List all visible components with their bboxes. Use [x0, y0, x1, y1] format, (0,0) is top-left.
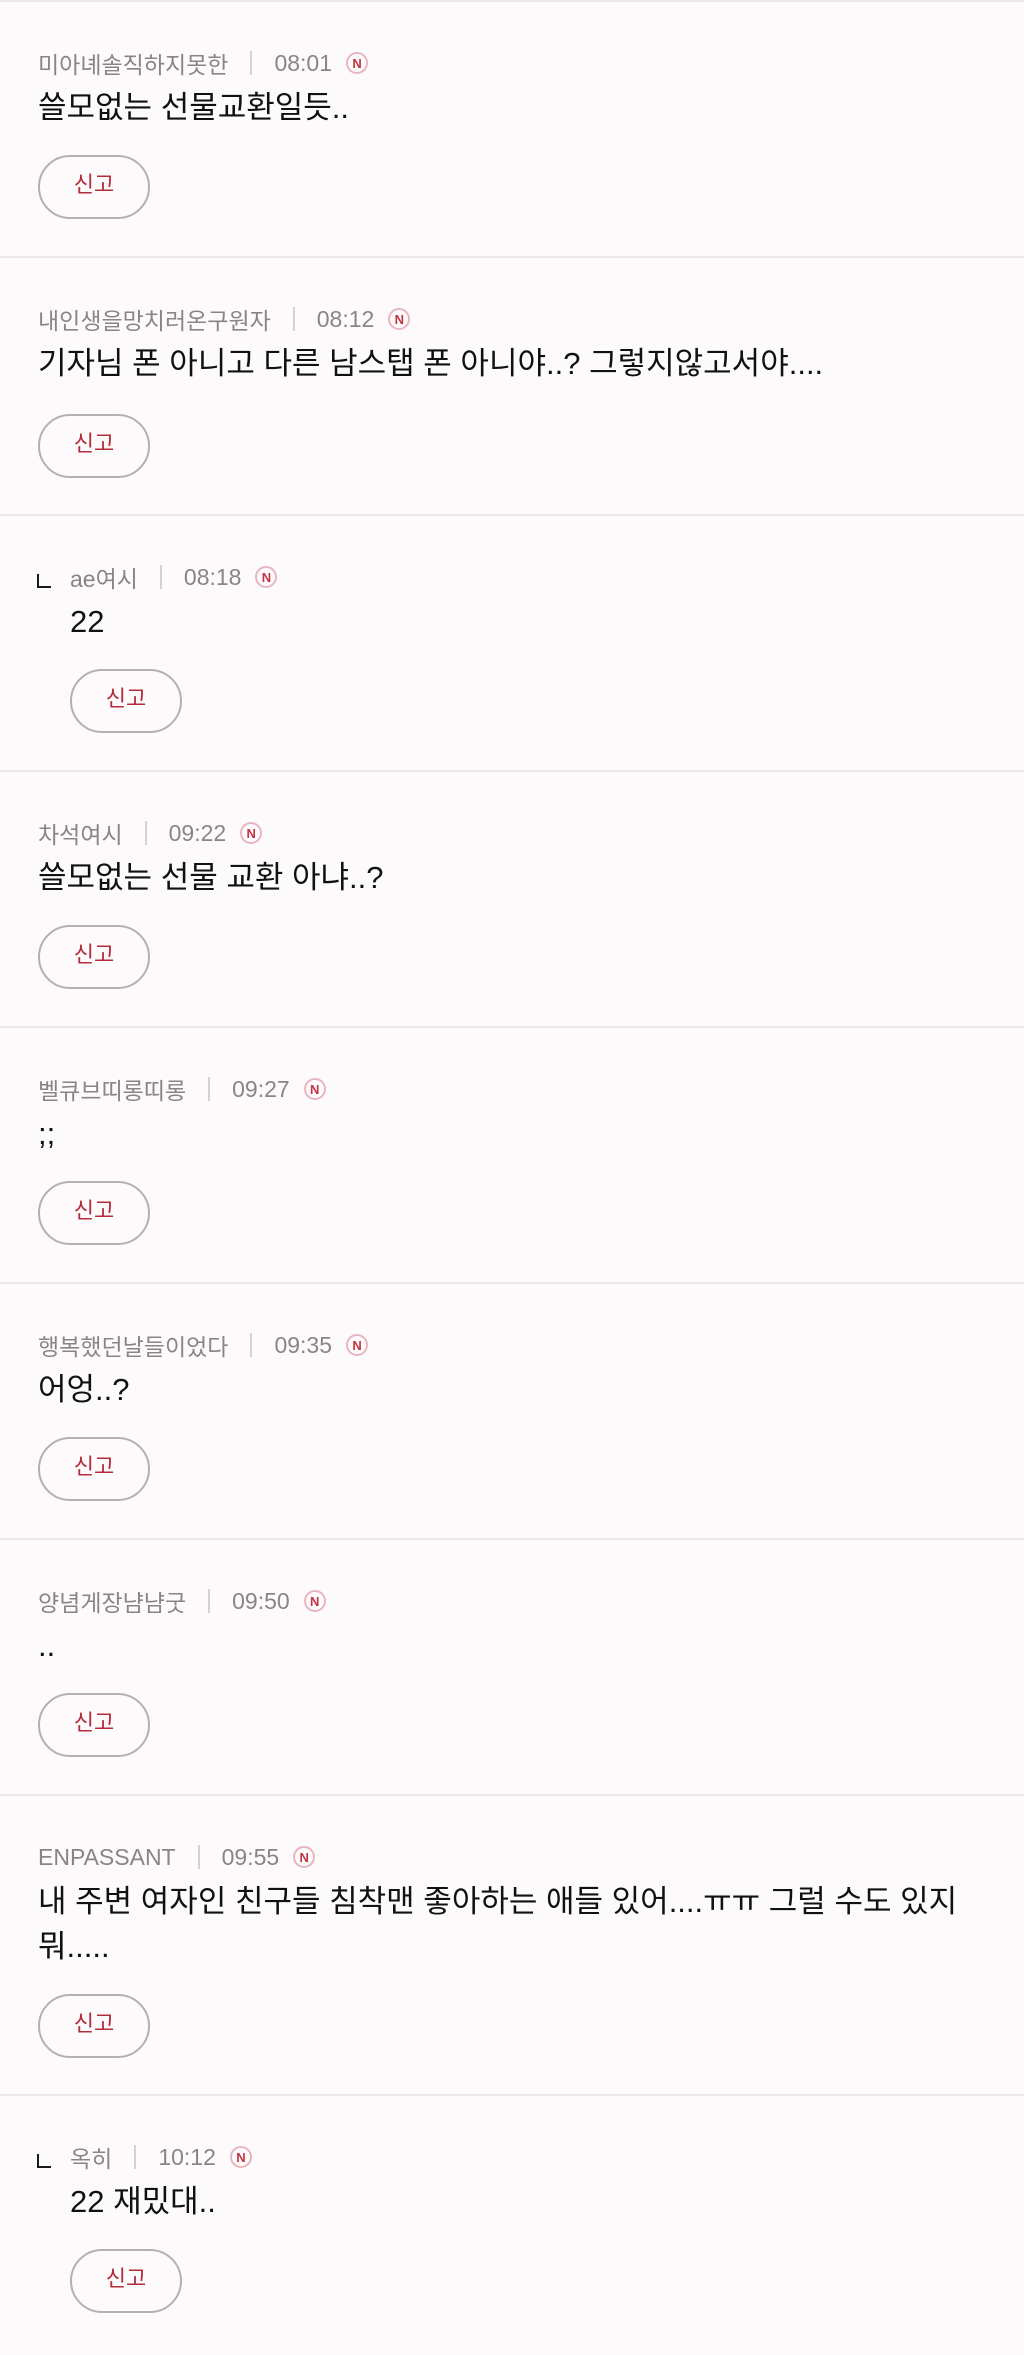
new-badge-icon: N: [255, 566, 278, 588]
report-button[interactable]: 신고: [38, 1181, 150, 1245]
comment-item: 행복했던날들이었다 09:35 N 어엉..? 신고: [0, 1282, 1024, 1538]
reply-arrow-icon: [37, 574, 51, 588]
comment-meta: 벨큐브띠롱띠롱 09:27 N: [38, 1072, 986, 1106]
comment-meta: 옥히 10:12 N: [70, 2140, 986, 2174]
meta-divider: [197, 1845, 200, 1869]
report-button[interactable]: 신고: [38, 925, 150, 989]
meta-divider: [159, 565, 162, 589]
comment-item: 벨큐브띠롱띠롱 09:27 N;; 신고: [0, 1026, 1024, 1282]
comment-author[interactable]: 차석여시: [38, 816, 123, 850]
comment-text: 어엉..?: [38, 1372, 130, 1407]
comment-text: 22: [70, 604, 105, 639]
report-button[interactable]: 신고: [38, 414, 150, 478]
comment-time: 09:35: [274, 1331, 333, 1358]
report-button[interactable]: 신고: [70, 2249, 182, 2313]
new-badge-icon: N: [240, 822, 263, 844]
comment-author[interactable]: 옥히: [70, 2140, 112, 2174]
comment-text: ..: [38, 1628, 56, 1663]
comment-author[interactable]: ae여시: [70, 560, 138, 594]
comment-item: 차석여시 09:22 N 쓸모없는 선물 교환 아냐..? 신고: [0, 770, 1024, 1026]
new-badge-icon: N: [293, 1846, 316, 1868]
comment-time: 09:50: [232, 1587, 290, 1614]
reply-arrow-icon: [37, 2154, 51, 2168]
comment-text: 쓸모없는 선물교환일듯..: [38, 90, 350, 125]
comment-author[interactable]: 행복했던날들이었다: [38, 1328, 228, 1362]
reply-comment: 옥히 10:12 N 22 재밌대.. 신고: [0, 2094, 1024, 2355]
comment-meta: ENPASSANT 09:55 N: [38, 1840, 986, 1874]
report-button[interactable]: 신고: [38, 155, 150, 219]
comment-time: 08:18: [183, 563, 242, 590]
comment-text: 22 재밌대..: [70, 2184, 216, 2219]
report-button[interactable]: 신고: [38, 1994, 150, 2058]
comment-text: 기자님 폰 아니고 다른 남스탭 폰 아니야..? 그렇지않고서야....: [38, 346, 824, 381]
comment-time: 09:27: [232, 1075, 290, 1102]
new-badge-icon: N: [303, 1078, 326, 1100]
comment-author[interactable]: 미아녜솔직하지못한: [38, 46, 228, 80]
report-button[interactable]: 신고: [70, 669, 182, 733]
comment-author[interactable]: 벨큐브띠롱띠롱: [38, 1072, 186, 1106]
meta-divider: [208, 1589, 211, 1613]
meta-divider: [250, 1333, 253, 1357]
comment-author[interactable]: ENPASSANT: [38, 1844, 176, 1871]
comment-meta: 내인생을망치러온구원자 08:12 N: [38, 302, 986, 336]
comment-time: 10:12: [158, 2143, 216, 2170]
meta-divider: [134, 2145, 137, 2169]
comment-time: 09:55: [221, 1843, 280, 1870]
comment-author[interactable]: 내인생을망치러온구원자: [38, 302, 271, 336]
meta-divider: [250, 51, 253, 75]
reply-comment: ae여시 08:18 N 22 신고: [0, 514, 1024, 770]
comment-time: 09:22: [168, 819, 227, 846]
new-badge-icon: N: [346, 1334, 369, 1356]
comment-author[interactable]: 양념게장냠냠굿: [38, 1584, 186, 1618]
comment-item: 미아녜솔직하지못한 08:01 N 쓸모없는 선물교환일듯.. 신고: [0, 0, 1024, 256]
comment-text: 쓸모없는 선물 교환 아냐..?: [38, 860, 384, 895]
comment-meta: 미아녜솔직하지못한 08:01 N: [38, 46, 986, 80]
comment-time: 08:01: [274, 49, 333, 76]
report-button[interactable]: 신고: [38, 1693, 150, 1757]
comment-meta: 양념게장냠냠굿 09:50 N: [38, 1584, 986, 1618]
meta-divider: [208, 1077, 211, 1101]
comment-item: ENPASSANT 09:55 N 내 주변 여자인 친구들 침착맨 좋아하는 애들 …: [0, 1794, 1024, 2094]
new-badge-icon: N: [388, 308, 411, 330]
comment-item: 내인생을망치러온구원자 08:12 N 기자님 폰 아니고 다른 남스탭 폰 아니야.…: [0, 256, 1024, 514]
report-button[interactable]: 신고: [38, 1437, 150, 1501]
comment-item: 양념게장냠냠굿 09:50 N.. 신고: [0, 1538, 1024, 1794]
new-badge-icon: N: [229, 2146, 252, 2168]
comment-meta: ae여시 08:18 N: [70, 560, 986, 594]
comment-time: 08:12: [316, 305, 375, 332]
comment-meta: 행복했던날들이었다 09:35 N: [38, 1328, 986, 1362]
comment-text: ;;: [38, 1116, 56, 1151]
new-badge-icon: N: [346, 52, 369, 74]
new-badge-icon: N: [303, 1590, 326, 1612]
comment-text: 내 주변 여자인 친구들 침착맨 좋아하는 애들 있어....ㅠㅠ 그럴 수도 …: [38, 1884, 958, 1964]
comment-meta: 차석여시 09:22 N: [38, 816, 986, 850]
meta-divider: [292, 307, 295, 331]
meta-divider: [144, 821, 147, 845]
